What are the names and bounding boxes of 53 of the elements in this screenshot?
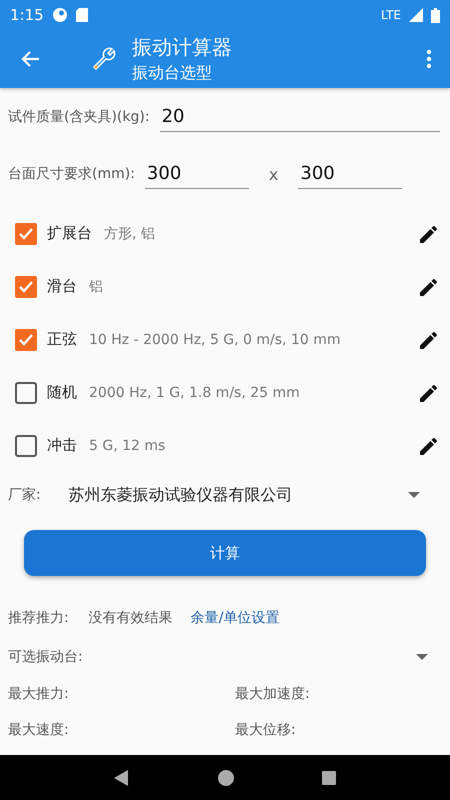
dropdown-arrow-icon[interactable] [408, 492, 420, 498]
signal-icon [409, 8, 423, 22]
margin-settings-link[interactable]: 余量/单位设置 [190, 609, 280, 627]
option-detail: 铝 [89, 278, 103, 296]
option-label: 滑台 [47, 277, 77, 296]
option-detail: 2000 Hz, 1 G, 1.8 m/s, 25 mm [89, 384, 300, 400]
result-label: 最大位移: [235, 721, 297, 739]
back-icon[interactable] [114, 770, 130, 786]
back-arrow-icon[interactable] [20, 50, 40, 68]
option-detail: 方形, 铝 [104, 224, 155, 242]
option-label: 冲击 [47, 436, 77, 455]
battery-icon [431, 8, 440, 22]
circle-icon [52, 7, 68, 23]
sd-card-icon [76, 8, 88, 22]
option-label: 扩展台 [47, 224, 92, 243]
checkbox[interactable] [15, 328, 37, 350]
pencil-icon[interactable] [419, 330, 439, 350]
pencil-icon[interactable] [419, 382, 439, 402]
option-label: 正弦 [47, 330, 77, 349]
length-input[interactable]: 300 [298, 159, 402, 189]
manufacturer-dropdown[interactable]: 苏州东菱振动试验仪器有限公司 [68, 484, 293, 506]
checkbox[interactable] [15, 434, 37, 456]
size-label: 台面尺寸要求(mm): [8, 165, 135, 183]
checkbox[interactable] [15, 276, 37, 298]
checkbox[interactable] [15, 222, 37, 244]
wrench-icon [90, 45, 118, 73]
result-label: 最大加速度: [235, 685, 311, 703]
home-icon[interactable] [218, 770, 234, 786]
app-title: 振动计算器 [132, 34, 233, 61]
result-label: 最大速度: [8, 721, 70, 739]
mass-input[interactable]: 20 [160, 102, 440, 132]
option-detail: 10 Hz - 2000 Hz, 5 G, 0 m/s, 10 mm [89, 332, 341, 348]
network-label: LTE [381, 8, 401, 22]
option-detail: 5 G, 12 ms [89, 438, 166, 454]
recents-icon[interactable] [322, 770, 336, 784]
pencil-icon[interactable] [419, 276, 439, 296]
pencil-icon[interactable] [419, 436, 439, 456]
app-subtitle: 振动台选型 [132, 63, 213, 84]
selectable-label: 可选振动台: [8, 648, 83, 666]
size-separator: x [268, 164, 278, 184]
status-time: 1:15 [10, 6, 44, 24]
dropdown-arrow-icon[interactable] [416, 654, 428, 660]
recommend-label: 推荐推力: [8, 609, 69, 627]
pencil-icon[interactable] [419, 224, 439, 244]
option-label: 随机 [47, 383, 77, 402]
checkbox[interactable] [15, 382, 37, 404]
manufacturer-label: 厂家: [8, 486, 41, 504]
result-label: 最大推力: [8, 685, 70, 703]
mass-label: 试件质量(含夹具)(kg): [8, 108, 150, 126]
recommend-value: 没有有效结果 [88, 609, 173, 627]
width-input[interactable]: 300 [144, 159, 249, 189]
calculate-button[interactable]: 计算 [24, 530, 426, 576]
more-options-icon[interactable] [426, 49, 432, 69]
